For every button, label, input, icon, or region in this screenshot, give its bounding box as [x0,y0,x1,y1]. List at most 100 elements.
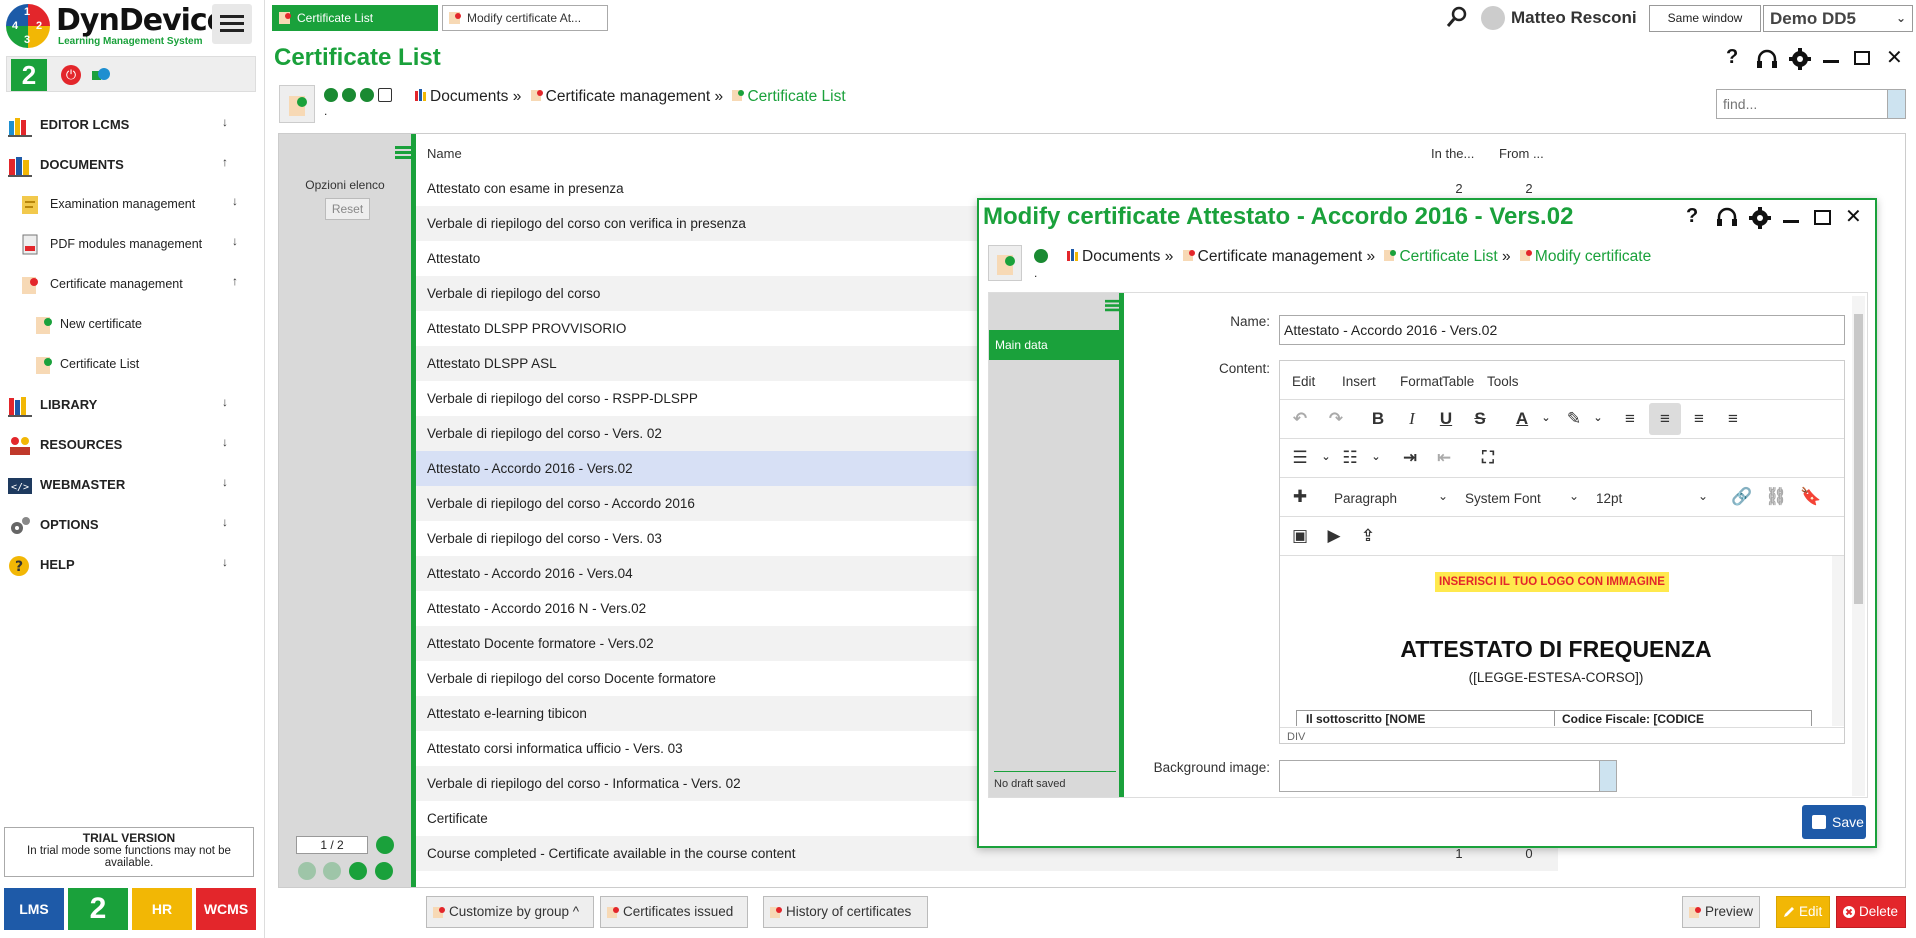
tab-certificate-list[interactable]: Certificate List [272,5,438,31]
chevron-down-icon[interactable]: ⌄ [1698,489,1708,503]
sidebar-item-certificate-list[interactable]: Certificate List [20,344,260,384]
font-family-select[interactable]: System Font [1465,491,1541,506]
sidebar-item-pdf-modules[interactable]: PDF modules management ↓ [10,224,250,264]
align-center-icon[interactable]: ≡ [1651,409,1679,429]
gear-icon[interactable] [1749,207,1771,229]
tile-2[interactable]: 2 [68,888,128,930]
restore-icon[interactable] [1854,51,1870,65]
world-icon[interactable] [342,88,356,102]
gear-icon[interactable] [1789,48,1811,70]
align-right-icon[interactable]: ≡ [1685,409,1713,429]
column-header-from[interactable]: From ... [1499,146,1544,161]
first-page-icon[interactable] [298,862,316,880]
upload-icon[interactable]: ⇪ [1354,526,1382,546]
background-image-input[interactable] [1279,760,1601,792]
redo-icon[interactable]: ↷ [1322,409,1350,429]
align-left-icon[interactable]: ≡ [1616,409,1644,429]
tile-lms[interactable]: LMS [4,888,64,930]
media-icon[interactable]: ▶ [1320,526,1348,546]
demo-select[interactable]: Demo DD5 ⌄ [1763,5,1913,32]
breadcrumb-certificate-list[interactable]: Certificate List [747,88,845,105]
sidebar-item-library[interactable]: LIBRARY ↓ [0,385,250,425]
list-icon[interactable] [1105,299,1119,313]
image-icon[interactable]: ▣ [1286,526,1314,546]
editor-scrollbar[interactable] [1832,556,1844,726]
indent-icon[interactable]: ⇥ [1396,448,1424,468]
customize-by-group-button[interactable]: Customize by group ^ [426,896,594,928]
menu-format[interactable]: Format [1400,374,1443,389]
link-icon[interactable]: 🔗 [1728,487,1756,507]
preview-button[interactable]: Preview [1682,896,1760,928]
breadcrumb-documents[interactable]: Documents [1082,248,1160,265]
breadcrumb-certificate-list[interactable]: Certificate List [1399,248,1497,265]
breadcrumb-documents[interactable]: Documents [430,88,508,105]
font-size-select[interactable]: 12pt [1596,491,1622,506]
search-icon[interactable] [1888,89,1906,119]
breadcrumb-modify-certificate[interactable]: Modify certificate [1535,248,1651,265]
tab-modify-certificate[interactable]: Modify certificate At... [442,5,608,31]
bullet-list-icon[interactable]: ☰ [1286,448,1314,468]
menu-icon[interactable] [378,88,392,102]
bookmark-icon[interactable]: 🔖 [1797,487,1825,507]
close-icon[interactable]: ✕ [1845,204,1862,229]
chevron-down-icon[interactable]: ⌄ [1584,411,1612,424]
history-of-certificates-button[interactable]: History of certificates [763,896,928,928]
undo-icon[interactable]: ↶ [1286,409,1314,429]
bold-icon[interactable]: B [1364,409,1392,429]
unlink-icon[interactable]: ⛓ [1762,487,1790,507]
sidebar-item-documents[interactable]: DOCUMENTS ↑ [0,145,250,185]
certificates-issued-button[interactable]: Certificates issued [600,896,748,928]
minimize-icon[interactable] [1823,60,1839,63]
chevron-down-icon[interactable]: ⌄ [1362,450,1390,463]
sidebar-item-editor-lcms[interactable]: EDITOR LCMS ↓ [0,105,250,145]
page-indicator[interactable]: 1 / 2 [296,836,368,854]
column-header-name[interactable]: Name [427,146,462,161]
list-icon[interactable] [360,88,374,102]
outdent-icon[interactable]: ⇤ [1430,448,1458,468]
same-window-button[interactable]: Same window [1649,5,1761,32]
help-icon[interactable]: ? [1686,205,1698,228]
align-justify-icon[interactable]: ≡ [1719,409,1747,429]
sidebar-item-webmaster[interactable]: </> WEBMASTER ↓ [0,465,250,505]
prev-page-icon[interactable] [323,862,341,880]
menu-tools[interactable]: Tools [1487,374,1519,389]
save-button[interactable]: Save [1802,805,1866,839]
breadcrumb-certificate-management[interactable]: Certificate management [546,88,711,105]
back-icon[interactable] [324,88,338,102]
shapes-icon[interactable] [91,65,111,85]
delete-button[interactable]: Delete [1836,896,1906,928]
avatar[interactable] [1481,6,1505,30]
sidebar-item-examination-management[interactable]: Examination management ↓ [10,184,250,224]
hamburger-menu-icon[interactable] [212,4,252,44]
back-icon[interactable] [1034,249,1048,263]
list-icon[interactable] [395,145,411,161]
edit-button[interactable]: Edit [1776,896,1830,928]
tile-wcms[interactable]: WCMS [196,888,256,930]
user-name[interactable]: Matteo Resconi [1511,8,1637,28]
next-page-icon[interactable] [349,862,367,880]
breadcrumb-certificate-management[interactable]: Certificate management [1198,248,1363,265]
refresh-icon[interactable] [376,836,394,854]
headset-icon[interactable] [1756,49,1778,71]
sidebar-item-help[interactable]: ? HELP ↓ [0,545,250,585]
maximize-icon[interactable] [1814,210,1831,225]
underline-icon[interactable]: U [1432,409,1460,429]
power-icon[interactable]: ⏻ [61,65,81,85]
sidebar-item-new-certificate[interactable]: New certificate [20,304,260,344]
puzzle-icon[interactable]: ✚ [1286,487,1314,507]
column-header-in-the[interactable]: In the... [1431,146,1474,161]
name-field[interactable]: Attestato - Accordo 2016 - Vers.02 [1279,315,1845,345]
close-icon[interactable]: ✕ [1886,45,1903,70]
image-picker-icon[interactable] [1599,760,1617,792]
sidebar-item-options[interactable]: OPTIONS ↓ [0,505,250,545]
help-icon[interactable]: ? [1726,46,1738,69]
tile-hr[interactable]: HR [132,888,192,930]
fullscreen-icon[interactable]: ⛶ [1474,448,1502,468]
menu-table[interactable]: Table [1442,374,1474,389]
menu-edit[interactable]: Edit [1292,374,1315,389]
strikethrough-icon[interactable]: S [1466,409,1494,429]
search-icon[interactable] [1446,6,1468,28]
sidebar-item-resources[interactable]: RESOURCES ↓ [0,425,250,465]
headset-icon[interactable] [1716,207,1738,229]
last-page-icon[interactable] [375,862,393,880]
